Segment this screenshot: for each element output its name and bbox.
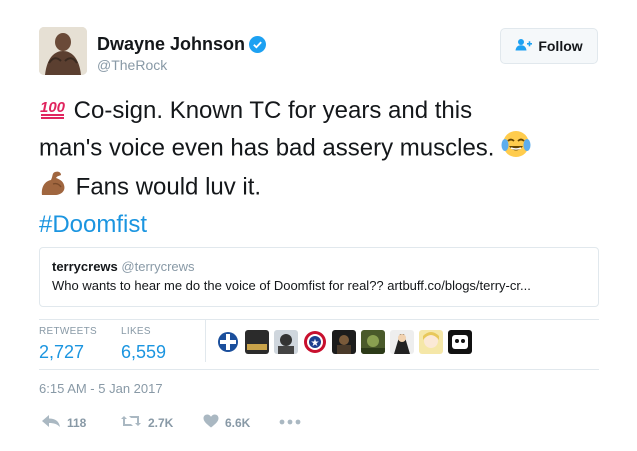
liker-avatar-9[interactable] bbox=[448, 330, 472, 354]
heart-icon bbox=[203, 414, 219, 431]
likes-count: 6,559 bbox=[121, 342, 167, 362]
like-button[interactable]: 6.6K bbox=[203, 414, 250, 431]
more-button[interactable] bbox=[279, 414, 301, 428]
display-name-text: Dwayne Johnson bbox=[97, 34, 246, 54]
retweets-label: RETWEETS bbox=[39, 326, 97, 337]
user-handle[interactable]: @TheRock bbox=[97, 57, 167, 73]
liker-avatar-8[interactable] bbox=[419, 330, 443, 354]
tweet-text: 100 Co-sign. Known TC for years and this… bbox=[39, 93, 599, 242]
tears-of-joy-emoji-icon bbox=[501, 129, 531, 169]
follow-button[interactable]: Follow bbox=[500, 28, 598, 64]
quoted-tweet-handle: @terrycrews bbox=[121, 259, 195, 274]
tweet-line-1: Co-sign. Known TC for years and this bbox=[67, 97, 473, 124]
liker-avatar-2[interactable] bbox=[245, 330, 269, 354]
quoted-tweet-name: terrycrews bbox=[52, 259, 118, 274]
liker-avatar-1[interactable] bbox=[216, 330, 240, 354]
quoted-tweet-text: Who wants to hear me do the voice of Doo… bbox=[52, 278, 531, 293]
quoted-tweet-author: terrycrews @terrycrews bbox=[52, 259, 586, 274]
like-count: 6.6K bbox=[225, 415, 251, 430]
retweet-icon bbox=[120, 414, 142, 431]
likes-label: LIKES bbox=[121, 326, 151, 337]
liker-avatar-5[interactable] bbox=[332, 330, 356, 354]
hashtag-link[interactable]: #Doomfist bbox=[39, 211, 147, 238]
retweet-count: 2.7K bbox=[148, 415, 174, 430]
tweet-line-3: Fans would luv it. bbox=[69, 173, 262, 201]
reply-icon bbox=[41, 414, 61, 431]
tweet-timestamp[interactable]: 6:15 AM - 5 Jan 2017 bbox=[39, 381, 163, 396]
avatar[interactable] bbox=[39, 27, 87, 75]
retweets-count: 2,727 bbox=[39, 342, 85, 362]
more-icon bbox=[279, 414, 301, 428]
svg-text:100: 100 bbox=[40, 99, 66, 116]
display-name[interactable]: Dwayne Johnson bbox=[97, 34, 267, 55]
liker-avatar-4[interactable]: ★ bbox=[303, 330, 327, 354]
quoted-tweet[interactable]: terrycrews @terrycrews Who wants to hear… bbox=[39, 247, 599, 307]
reply-button[interactable]: 118 bbox=[41, 414, 86, 431]
reply-count: 118 bbox=[67, 415, 87, 430]
flexed-biceps-emoji-icon bbox=[39, 169, 69, 207]
liker-avatar-3[interactable] bbox=[274, 330, 298, 354]
liker-avatar-6[interactable] bbox=[361, 330, 385, 354]
retweet-button[interactable]: 2.7K bbox=[120, 414, 173, 431]
svg-text:★: ★ bbox=[311, 338, 320, 349]
hundred-points-emoji-icon: 100 bbox=[39, 94, 67, 129]
liker-avatar-7[interactable] bbox=[390, 330, 414, 354]
add-user-icon bbox=[515, 38, 533, 54]
likers-divider bbox=[205, 320, 206, 362]
tweet-line-2: man's voice even has bad assery muscles. bbox=[39, 134, 502, 162]
follow-button-label: Follow bbox=[538, 38, 583, 54]
verified-badge-icon bbox=[249, 36, 267, 53]
divider bbox=[39, 369, 599, 370]
likes-stat[interactable]: LIKES 6,559 bbox=[121, 326, 166, 363]
divider bbox=[39, 319, 599, 320]
retweets-stat[interactable]: RETWEETS 2,727 bbox=[39, 326, 97, 363]
